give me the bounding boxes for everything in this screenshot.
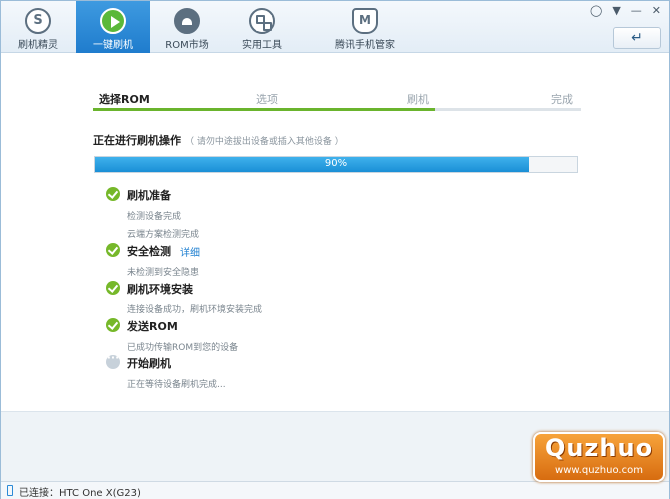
shield-m-icon xyxy=(352,8,378,34)
task-detail: 云端方案检测完成 xyxy=(127,230,200,240)
nav-item-label: 实用工具 xyxy=(242,40,282,51)
step-track xyxy=(93,108,581,111)
step-progress-fill xyxy=(93,108,435,111)
operation-hint: （ 请勿中途拔出设备或插入其他设备 ） xyxy=(185,137,344,147)
chat-icon[interactable]: ◯ xyxy=(590,4,602,17)
close-icon[interactable]: ✕ xyxy=(652,4,661,17)
pending-dots-icon xyxy=(106,351,120,369)
details-link[interactable]: 详细 xyxy=(180,244,200,259)
watermark-url: www.quzhuo.com xyxy=(555,465,643,476)
grid-icon xyxy=(249,8,275,34)
task-title: 刷机环境安装 xyxy=(127,283,193,296)
nav-item-shuaji-jingling[interactable]: 刷机精灵 xyxy=(1,1,75,53)
task-detail: 正在等待设备刷机完成... xyxy=(127,380,226,390)
watermark-logo: Quzhuo www.quzhuo.com xyxy=(533,432,665,482)
progress-percent: 90% xyxy=(324,158,348,169)
minimize-icon[interactable]: — xyxy=(631,4,642,17)
back-button[interactable]: ↵ xyxy=(613,27,661,49)
task-title: 开始刷机 xyxy=(127,357,171,370)
operation-title: 正在进行刷机操作 （ 请勿中途拔出设备或插入其他设备 ） xyxy=(93,132,344,148)
flash-progress-bar: 90% xyxy=(94,156,578,173)
watermark-brand: Quzhuo xyxy=(544,434,654,462)
s-logo-icon xyxy=(25,8,51,34)
nav-item-label: 刷机精灵 xyxy=(18,40,58,51)
nav-item-label: 一键刷机 xyxy=(93,40,133,51)
nav-item-tencent-manager[interactable]: 腾讯手机管家 xyxy=(323,1,407,53)
nav-item-rom-market[interactable]: ROM市场 xyxy=(150,1,224,53)
step-flash: 刷机 xyxy=(407,93,429,106)
window-controls: ◯ ▼ — ✕ xyxy=(590,4,661,17)
task-detail: 连接设备成功，刷机环境安装完成 xyxy=(127,305,263,315)
task-detail: 已成功传输ROM到您的设备 xyxy=(127,343,239,353)
top-nav-bar: 刷机精灵 一键刷机 ROM市场 实用工具 腾讯手机管家 ◯ ▼ — ✕ ↵ xyxy=(1,1,669,53)
check-icon xyxy=(106,281,120,295)
connection-status: 已连接：HTC One X(G23) xyxy=(19,488,141,499)
nav-item-label: 腾讯手机管家 xyxy=(335,40,395,51)
status-bar: 已连接：HTC One X(G23) xyxy=(1,481,669,499)
step-complete: 完成 xyxy=(551,93,573,106)
app-window: 刷机精灵 一键刷机 ROM市场 实用工具 腾讯手机管家 ◯ ▼ — ✕ ↵ 选择… xyxy=(0,0,670,499)
android-icon xyxy=(174,8,200,34)
task-detail: 未检测到安全隐患 xyxy=(127,268,200,278)
step-options: 选项 xyxy=(256,93,278,106)
task-detail: 检测设备完成 xyxy=(127,212,182,222)
phone-icon xyxy=(7,485,13,496)
task-title: 发送ROM xyxy=(127,320,178,333)
arrow-return-icon: ↵ xyxy=(631,30,643,46)
nav-item-one-click-flash[interactable]: 一键刷机 xyxy=(76,1,150,53)
step-indicator: 选择ROM 选项 刷机 完成 xyxy=(93,91,581,115)
task-title: 安全检测 xyxy=(127,245,171,258)
nav-item-label: ROM市场 xyxy=(165,40,209,51)
step-select-rom: 选择ROM xyxy=(99,93,150,106)
operation-title-text: 正在进行刷机操作 xyxy=(93,134,181,147)
play-icon xyxy=(100,8,126,34)
check-icon xyxy=(106,187,120,201)
nav-item-tools[interactable]: 实用工具 xyxy=(225,1,299,53)
check-icon xyxy=(106,243,120,257)
dropdown-icon[interactable]: ▼ xyxy=(612,4,620,17)
check-icon xyxy=(106,318,120,332)
task-title: 刷机准备 xyxy=(127,189,171,202)
